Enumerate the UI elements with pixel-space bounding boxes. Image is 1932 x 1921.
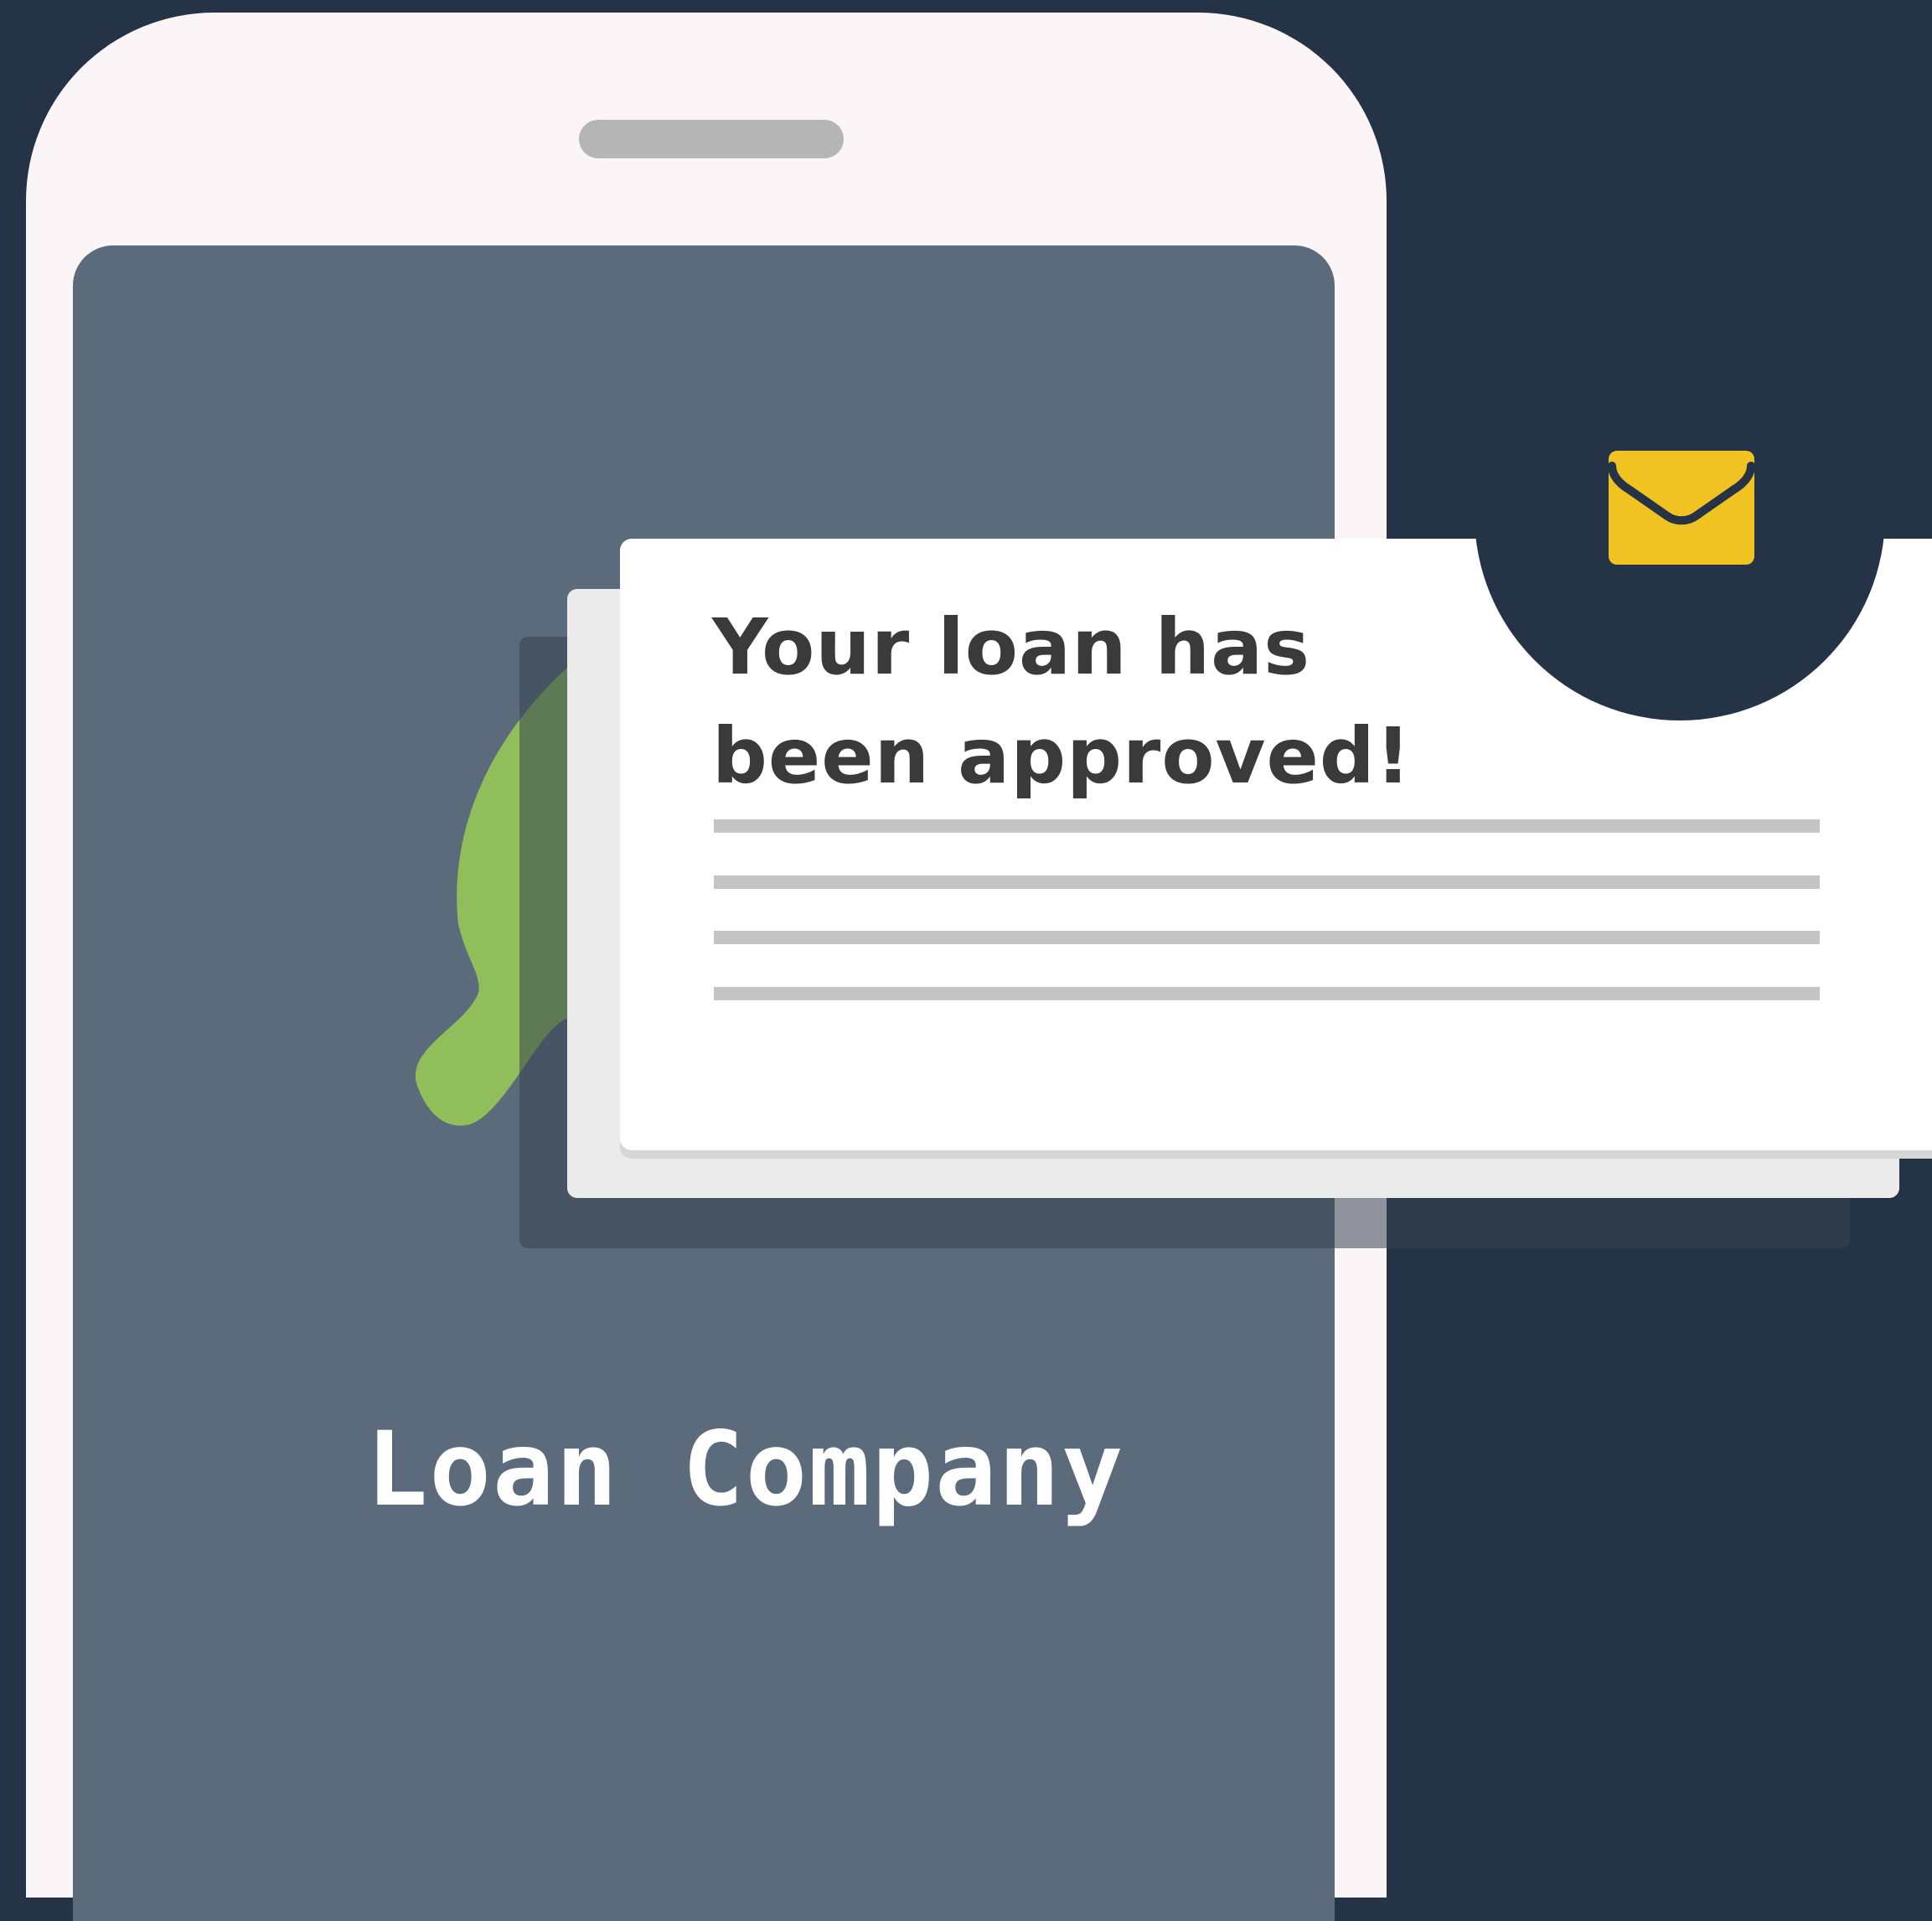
company-name: Loan Company <box>366 1410 1125 1529</box>
envelope-icon <box>1609 451 1754 565</box>
placeholder-text-line <box>714 931 1820 944</box>
headline-line-1: Your loan has <box>712 602 1310 692</box>
placeholder-text-line <box>714 987 1820 1000</box>
notification-headline: Your loan has been approved! <box>712 593 1412 811</box>
phone-speaker <box>579 120 844 158</box>
placeholder-text-line <box>714 875 1820 889</box>
placeholder-text-line <box>714 819 1820 833</box>
headline-line-2: been approved! <box>712 711 1412 801</box>
